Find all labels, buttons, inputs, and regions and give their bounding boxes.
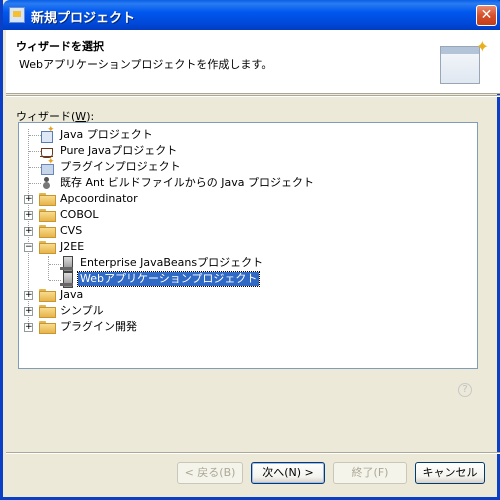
folder-icon	[39, 305, 56, 318]
expand-simple[interactable]: +	[24, 307, 33, 316]
close-button[interactable]: ✕	[476, 5, 497, 26]
tree-item-ejb-project[interactable]: Enterprise JavaBeansプロジェクト	[59, 255, 265, 272]
wizard-window-icon	[9, 7, 25, 23]
ant-icon	[39, 176, 55, 190]
folder-icon	[39, 289, 56, 302]
title-bar: 新規プロジェクト ✕	[3, 0, 500, 30]
tree-item-simple[interactable]: シンプル	[39, 303, 106, 319]
coffee-cup-icon	[39, 144, 55, 158]
folder-icon	[39, 225, 56, 238]
expand-plugin-development[interactable]: +	[24, 323, 33, 332]
folder-icon	[39, 209, 56, 222]
new-project-dialog: 新規プロジェクト ✕ ウィザードを選択 Webアプリケーションプロジェクトを作成…	[0, 0, 500, 500]
help-icon[interactable]: ?	[458, 383, 472, 397]
expand-cobol[interactable]: +	[24, 211, 33, 220]
open-folder-icon	[39, 241, 56, 254]
expand-apcoordinator[interactable]: +	[24, 195, 33, 204]
tree-item-plugin-project[interactable]: プラグインプロジェクト	[39, 157, 183, 175]
back-button[interactable]: < 戻る(B)	[177, 462, 243, 484]
plugin-project-icon	[39, 157, 55, 175]
new-wizard-icon: ✦	[440, 37, 489, 84]
expand-java[interactable]: +	[24, 291, 33, 300]
java-project-icon	[39, 125, 55, 143]
window-title: 新規プロジェクト	[31, 11, 136, 26]
expand-cvs[interactable]: +	[24, 227, 33, 236]
tree-item-ant-java-project[interactable]: 既存 Ant ビルドファイルからの Java プロジェクト	[39, 175, 316, 191]
tree-item-web-app-project[interactable]: Webアプリケーションプロジェクト	[59, 271, 261, 288]
wizard-tree[interactable]: Java プロジェクト Pure Javaプロジェクト プラグインプロジェクト …	[18, 122, 478, 369]
tree-item-plugin-development[interactable]: プラグイン開発	[39, 319, 139, 335]
header-divider	[6, 95, 500, 97]
footer-divider	[6, 452, 500, 454]
tree-item-cvs[interactable]: CVS	[39, 223, 84, 239]
cancel-button[interactable]: キャンセル	[415, 462, 485, 484]
folder-icon	[39, 321, 56, 334]
web-app-project-icon	[59, 272, 75, 288]
tree-item-j2ee[interactable]: J2EE	[39, 239, 86, 255]
wizard-banner: ウィザードを選択 Webアプリケーションプロジェクトを作成します。 ✦	[6, 30, 500, 94]
finish-button[interactable]: 終了(F)	[333, 462, 407, 484]
banner-description: Webアプリケーションプロジェクトを作成します。	[19, 58, 273, 71]
tree-item-apcoordinator[interactable]: Apcoordinator	[39, 191, 140, 207]
tree-item-cobol[interactable]: COBOL	[39, 207, 100, 223]
folder-icon	[39, 193, 56, 206]
tree-item-java-project[interactable]: Java プロジェクト	[39, 125, 155, 143]
ejb-project-icon	[59, 256, 75, 272]
collapse-j2ee[interactable]: −	[24, 243, 33, 252]
tree-item-java[interactable]: Java	[39, 287, 85, 303]
next-button[interactable]: 次へ(N) >	[251, 462, 325, 484]
banner-title: ウィザードを選択	[16, 40, 104, 53]
tree-item-pure-java-project[interactable]: Pure Javaプロジェクト	[39, 143, 179, 159]
